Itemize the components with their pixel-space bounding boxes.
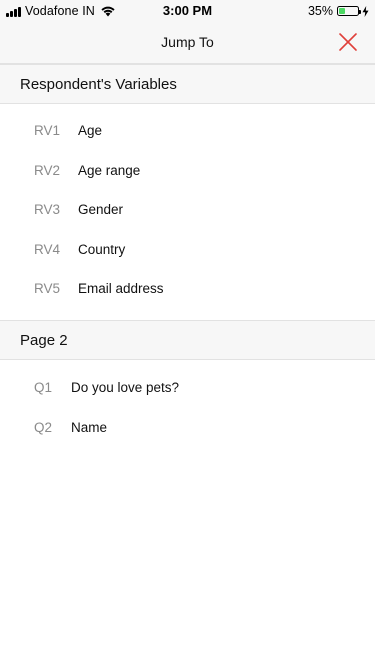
list-item-q2[interactable]: Q2 Name bbox=[0, 409, 375, 449]
item-code: RV4 bbox=[34, 241, 61, 257]
item-label: Gender bbox=[78, 202, 124, 217]
item-label: Age range bbox=[78, 162, 141, 178]
battery-fill bbox=[339, 8, 346, 14]
charging-bolt-icon bbox=[362, 5, 369, 17]
list-item-rv3[interactable]: RV3 Gender bbox=[0, 191, 375, 231]
list-item-rv1[interactable]: RV1 Age bbox=[0, 112, 375, 152]
section-title: Page 2 bbox=[20, 332, 68, 349]
item-label: Name bbox=[71, 419, 108, 435]
item-label: Email address bbox=[78, 281, 164, 296]
list-item-rv4[interactable]: RV4 Country bbox=[0, 231, 375, 271]
status-bar: Vodafone IN 3:00 PM 35% bbox=[0, 0, 375, 22]
list-item-rv2[interactable]: RV2 Age range bbox=[0, 152, 375, 192]
list-item-rv5[interactable]: RV5 Email address bbox=[0, 270, 375, 310]
nav-bar: Jump To bbox=[0, 22, 375, 64]
battery-cap bbox=[359, 9, 361, 14]
jump-to-screen: Vodafone IN 3:00 PM 35% Jump To Responde… bbox=[0, 0, 375, 667]
respondent-variables-list: RV1 Age RV2 Age range RV3 Gender RV4 Cou… bbox=[0, 112, 375, 310]
section-header-page-2: Page 2 bbox=[0, 320, 375, 360]
item-label: Do you love pets? bbox=[71, 380, 180, 395]
page-title: Jump To bbox=[161, 34, 214, 50]
status-right: 35% bbox=[308, 3, 369, 19]
section-header-respondent-variables: Respondent's Variables bbox=[0, 64, 375, 104]
item-code: RV1 bbox=[34, 123, 61, 138]
item-code: Q2 bbox=[34, 419, 53, 435]
battery-icon bbox=[337, 6, 361, 16]
list-item-q1[interactable]: Q1 Do you love pets? bbox=[0, 369, 375, 409]
item-label: Age bbox=[78, 123, 103, 138]
item-label: Country bbox=[78, 241, 126, 257]
item-code: RV5 bbox=[34, 281, 61, 296]
close-icon[interactable] bbox=[335, 29, 361, 55]
battery-percent: 35% bbox=[307, 4, 333, 18]
item-code: Q1 bbox=[34, 380, 53, 395]
page-2-question-list: Q1 Do you love pets? Q2 Name bbox=[0, 369, 375, 448]
item-code: RV2 bbox=[34, 162, 61, 178]
item-code: RV3 bbox=[34, 202, 61, 217]
section-title: Respondent's Variables bbox=[20, 76, 177, 93]
